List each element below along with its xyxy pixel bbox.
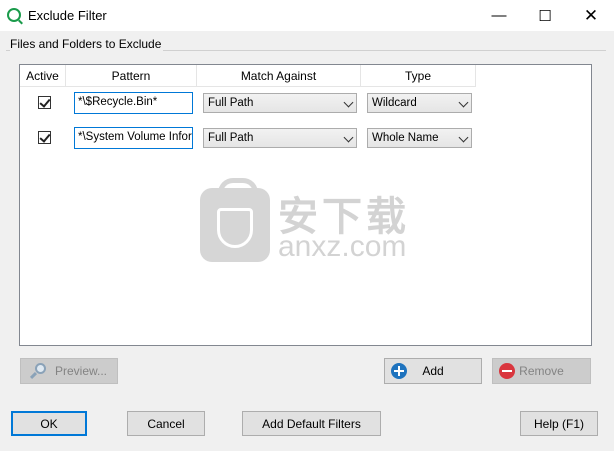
- remove-label: Remove: [519, 364, 564, 378]
- preview-label: Preview...: [55, 364, 108, 378]
- group-label: Files and Folders to Exclude: [10, 37, 164, 51]
- close-button[interactable]: ✕: [568, 0, 614, 31]
- type-select[interactable]: Whole Name: [367, 128, 472, 148]
- cancel-button[interactable]: Cancel: [127, 411, 205, 436]
- row-active-checkbox[interactable]: [38, 96, 51, 109]
- add-button[interactable]: Add: [384, 358, 482, 384]
- column-header-pattern[interactable]: Pattern: [66, 65, 197, 87]
- magnifier-icon: [29, 362, 47, 380]
- type-select[interactable]: Wildcard: [367, 93, 472, 113]
- match-against-value: Full Path: [208, 132, 254, 144]
- match-against-value: Full Path: [208, 97, 254, 109]
- add-default-filters-button[interactable]: Add Default Filters: [242, 411, 381, 436]
- match-against-select[interactable]: Full Path: [203, 93, 357, 113]
- match-against-select[interactable]: Full Path: [203, 128, 357, 148]
- watermark-bag-icon: [200, 178, 270, 262]
- minimize-button[interactable]: —: [476, 0, 522, 31]
- maximize-button[interactable]: ☐: [522, 0, 568, 31]
- chevron-down-icon: [458, 132, 469, 143]
- add-icon: [391, 363, 407, 379]
- title-bar: Exclude Filter — ☐ ✕: [0, 0, 614, 31]
- row-active-checkbox[interactable]: [38, 131, 51, 144]
- shield-icon: [217, 208, 253, 248]
- column-header-match-against[interactable]: Match Against: [197, 65, 361, 87]
- column-header-type[interactable]: Type: [361, 65, 476, 87]
- remove-icon: [499, 363, 515, 379]
- chevron-down-icon: [458, 97, 469, 108]
- add-label: Add: [422, 364, 444, 378]
- watermark-domain: anxz.com: [278, 230, 407, 263]
- chevron-down-icon: [343, 132, 354, 143]
- type-value: Whole Name: [372, 132, 439, 144]
- pattern-input[interactable]: *\$Recycle.Bin*: [74, 92, 193, 114]
- search-app-icon: [7, 8, 21, 22]
- column-header-active[interactable]: Active: [20, 65, 66, 87]
- pattern-input[interactable]: *\System Volume Inform: [74, 127, 193, 149]
- chevron-down-icon: [343, 97, 354, 108]
- remove-button[interactable]: Remove: [492, 358, 591, 384]
- help-button[interactable]: Help (F1): [520, 411, 598, 436]
- type-value: Wildcard: [372, 97, 417, 109]
- window-title: Exclude Filter: [28, 8, 107, 23]
- ok-button[interactable]: OK: [11, 411, 87, 436]
- watermark: 安下载 anxz.com: [200, 178, 415, 267]
- preview-button[interactable]: Preview...: [20, 358, 118, 384]
